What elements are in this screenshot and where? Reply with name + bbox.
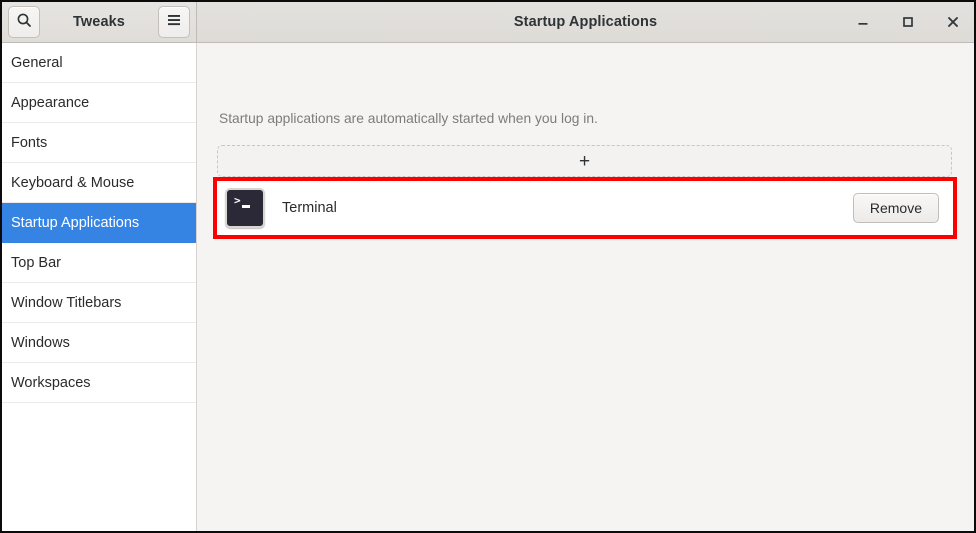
terminal-prompt-glyph: > — [234, 194, 241, 207]
content-header: Startup Applications — [197, 2, 974, 42]
remove-button[interactable]: Remove — [852, 193, 939, 223]
sidebar: General Appearance Fonts Keyboard & Mous… — [2, 43, 197, 531]
window-body: General Appearance Fonts Keyboard & Mous… — [2, 43, 974, 531]
hamburger-menu-icon — [166, 13, 182, 32]
list-item[interactable]: > Terminal Remove — [217, 181, 953, 235]
tweaks-window: Tweaks Startup Applications General Appe… — [0, 0, 976, 533]
maximize-button[interactable] — [899, 13, 917, 31]
main-menu-button[interactable] — [157, 6, 190, 38]
sidebar-item-label: Top Bar — [11, 254, 61, 271]
sidebar-header: Tweaks — [2, 2, 197, 42]
terminal-icon: > — [225, 188, 265, 228]
sidebar-item-label: Workspaces — [11, 374, 91, 391]
sidebar-item-label: Appearance — [11, 94, 90, 111]
sidebar-item-label: Windows — [11, 334, 70, 351]
add-startup-application-button[interactable]: + — [217, 145, 952, 177]
sidebar-item-startup-applications[interactable]: Startup Applications — [2, 203, 196, 243]
minimize-icon — [858, 23, 868, 25]
search-button[interactable] — [8, 6, 40, 38]
sidebar-item-general[interactable]: General — [2, 43, 196, 83]
sidebar-item-label: General — [11, 54, 63, 71]
sidebar-item-workspaces[interactable]: Workspaces — [2, 363, 196, 403]
close-icon — [948, 17, 958, 27]
terminal-cursor-glyph — [242, 205, 250, 208]
sidebar-item-top-bar[interactable]: Top Bar — [2, 243, 196, 283]
plus-icon: + — [578, 150, 591, 172]
sidebar-item-window-titlebars[interactable]: Window Titlebars — [2, 283, 196, 323]
sidebar-item-label: Window Titlebars — [11, 294, 122, 311]
startup-application-highlight: > Terminal Remove — [213, 177, 957, 239]
startup-application-name: Terminal — [282, 200, 337, 216]
app-title: Tweaks — [73, 14, 125, 30]
header-bar: Tweaks Startup Applications — [2, 2, 974, 43]
sidebar-item-label: Startup Applications — [11, 214, 140, 231]
page-description: Startup applications are automatically s… — [219, 111, 598, 126]
window-controls — [854, 13, 962, 31]
search-icon — [16, 12, 32, 33]
main-content: Startup applications are automatically s… — [197, 43, 974, 531]
maximize-icon — [903, 17, 913, 27]
sidebar-item-keyboard-mouse[interactable]: Keyboard & Mouse — [2, 163, 196, 203]
sidebar-item-label: Fonts — [11, 134, 48, 151]
sidebar-item-appearance[interactable]: Appearance — [2, 83, 196, 123]
sidebar-item-windows[interactable]: Windows — [2, 323, 196, 363]
minimize-button[interactable] — [854, 13, 872, 31]
sidebar-item-label: Keyboard & Mouse — [11, 174, 135, 191]
sidebar-item-fonts[interactable]: Fonts — [2, 123, 196, 163]
close-button[interactable] — [944, 13, 962, 31]
